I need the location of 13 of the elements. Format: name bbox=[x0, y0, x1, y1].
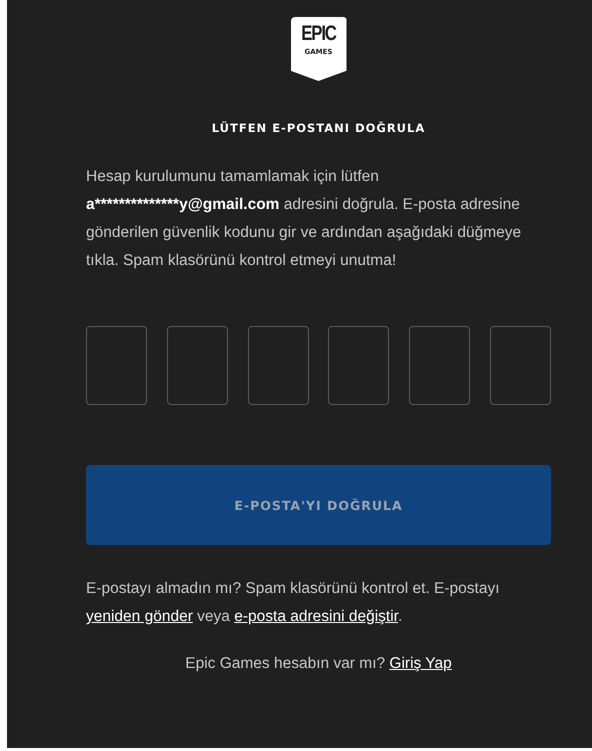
help-text: E-postayı almadın mı? Spam klasörünü kontrol et. E-postayı yeniden gönder veya e-posta adresini değiştir. bbox=[86, 579, 501, 627]
code-input-field[interactable] bbox=[409, 326, 470, 405]
link[interactable]: e-posta adresini değiştir bbox=[234, 608, 398, 625]
code-input-field[interactable] bbox=[86, 326, 147, 405]
code-input-field[interactable] bbox=[328, 326, 390, 405]
sign-in-text: Epic Games hesabın var mı? Giriş Yap bbox=[185, 655, 452, 673]
code-input-field[interactable] bbox=[248, 326, 309, 405]
code-input-field[interactable] bbox=[166, 326, 228, 405]
link[interactable]: Giriş Yap bbox=[389, 655, 452, 672]
instructions-text: Hesap kurulumunu tamamlamak için lütfen a**************y@gmail.com adresini doğrula. E-posta adresine gönderilen güvenlik kodunu gir ve ardından aşağıdaki düğmeye tıkla. Spam klasörünü kontrol etmeyi unutma! bbox=[86, 167, 522, 271]
page-title: LÜTFEN E-POSTANI DOĞRULA bbox=[212, 121, 426, 135]
code-input-field[interactable] bbox=[490, 326, 551, 405]
link[interactable]: yeniden gönder bbox=[86, 608, 193, 625]
